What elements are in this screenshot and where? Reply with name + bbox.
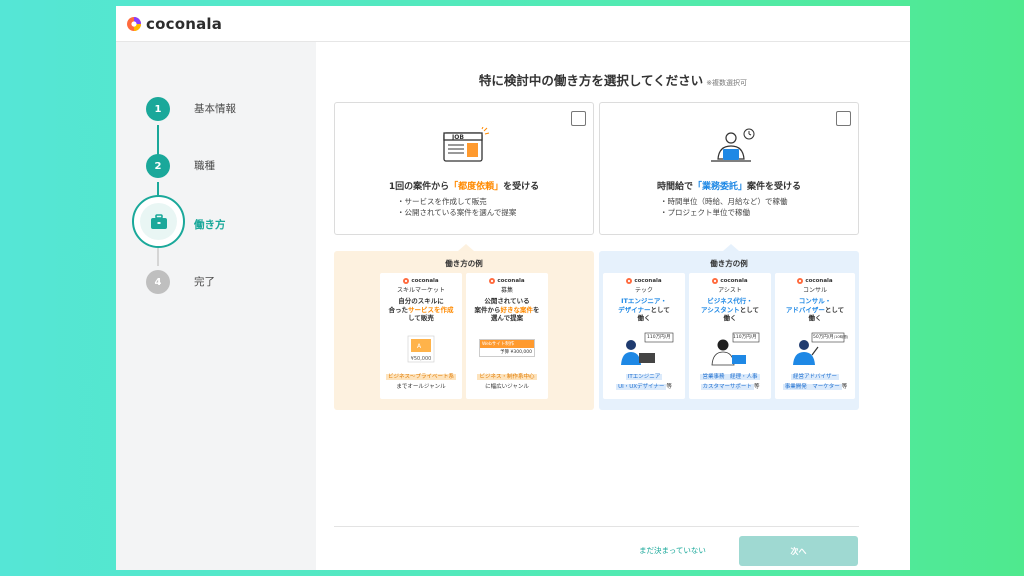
job-board-icon: JOB bbox=[443, 127, 490, 162]
step-2-number: 2 bbox=[146, 154, 170, 178]
panel-pointer bbox=[458, 244, 474, 251]
per-request-examples: 働き方の例 coconala スキルマーケット 自分のスキルに 合ったサービスを… bbox=[334, 244, 594, 410]
page-title: 特に検討中の働き方を選択してください ※複数選択可 bbox=[316, 70, 910, 89]
panel-title: 働き方の例 bbox=[710, 259, 748, 268]
salary-label: 110万円/月 bbox=[733, 335, 757, 340]
contract-bullets: ・時間単位（時給、月給など）で稼働 ・プロジェクト単位で稼働 bbox=[660, 197, 788, 217]
step-4: 4 完了 bbox=[146, 270, 215, 294]
remote-worker-icon bbox=[711, 128, 755, 162]
step-4-number: 4 bbox=[146, 270, 170, 294]
main-content: 特に検討中の働き方を選択してください ※複数選択可 JOB 1回の案件から「都度依… bbox=[316, 42, 910, 570]
per-request-title: 1回の案件から「都度依頼」を受ける bbox=[388, 182, 540, 192]
coconala-logo-icon bbox=[127, 16, 141, 31]
step-4-label: 完了 bbox=[194, 276, 215, 288]
option-card-contract[interactable]: 時間給で「業務委託」案件を受ける ・時間単位（時給、月給など）で稼働 ・プロジェ… bbox=[599, 102, 859, 235]
panel-title: 働き方の例 bbox=[445, 259, 483, 268]
step-1-label: 基本情報 bbox=[194, 103, 236, 115]
undecided-link[interactable]: まだ決まっていない bbox=[639, 545, 706, 556]
step-2: 2 職種 bbox=[146, 154, 215, 178]
page-title-text: 特に検討中の働き方を選択してください bbox=[478, 73, 704, 88]
svg-text:JOB: JOB bbox=[451, 134, 464, 141]
example-skill-market: coconala スキルマーケット 自分のスキルに 合ったサービスを作成 して販… bbox=[380, 273, 462, 399]
step-sidebar: 1 基本情報 2 職種 働き方 4 完了 bbox=[116, 42, 316, 570]
panel-pointer bbox=[723, 244, 739, 251]
job-budget: 予算 ¥300,000 bbox=[500, 350, 532, 355]
job-label: Webサイト制作 bbox=[480, 340, 534, 348]
step-3-label: 働き方 bbox=[194, 219, 226, 231]
briefcase-icon bbox=[150, 213, 167, 229]
per-request-bullets: ・サービスを作成して販売 ・公開されている案件を選んで提案 bbox=[397, 197, 517, 217]
footer-divider bbox=[334, 526, 859, 527]
contract-title: 時間給で「業務委託」案件を受ける bbox=[656, 182, 802, 192]
next-button[interactable]: 次へ bbox=[739, 536, 858, 566]
step-1-number: 1 bbox=[146, 97, 170, 121]
salary-label: 50万円/月(10時間) bbox=[813, 335, 848, 340]
contract-examples: 働き方の例 coconala テック ITエンジニア・ デザイナーとして 働く bbox=[599, 244, 859, 410]
logo-text: coconala bbox=[146, 14, 223, 33]
app-window: coconala 1 基本情報 2 職種 働き方 4 完了 特に検討中の働き方を… bbox=[116, 6, 910, 570]
step-3-active bbox=[132, 195, 185, 248]
coconala-logo[interactable]: coconala bbox=[126, 15, 222, 33]
example-job-board: coconala 募集 公開されている 案件から好きな案件を 選んで提案 Web… bbox=[466, 273, 548, 399]
salary-label: 110万円/月 bbox=[647, 335, 671, 340]
step-connector bbox=[157, 246, 159, 266]
example-tech: coconala テック ITエンジニア・ デザイナーとして 働く 110万円/… bbox=[603, 273, 685, 399]
contract-checkbox[interactable] bbox=[836, 111, 851, 126]
step-2-label: 職種 bbox=[194, 160, 215, 172]
example-consult: coconala コンサル コンサル・ アドバイザーとして 働く 50万円/月(… bbox=[775, 273, 855, 399]
multi-select-note: ※複数選択可 bbox=[706, 79, 748, 87]
step-1: 1 基本情報 bbox=[146, 97, 236, 121]
top-bar: coconala bbox=[116, 6, 910, 42]
example-assist: coconala アシスト ビジネス代行・ アシスタントとして 働く 110万円… bbox=[689, 273, 771, 399]
option-card-per-request[interactable]: JOB 1回の案件から「都度依頼」を受ける ・サービスを作成して販売 ・公開され… bbox=[334, 102, 594, 235]
per-request-checkbox[interactable] bbox=[571, 111, 586, 126]
